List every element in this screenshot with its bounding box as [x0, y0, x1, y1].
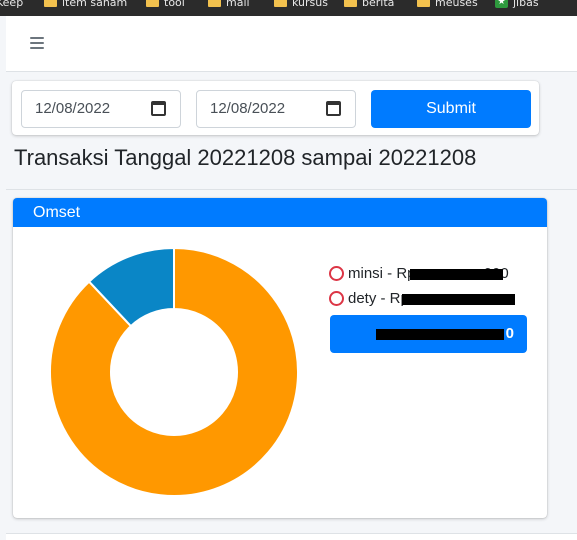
bookmark-label: berita: [362, 0, 395, 9]
folder-icon: [44, 0, 57, 7]
next-card-edge: [6, 533, 577, 540]
redaction-bar: [410, 269, 503, 280]
donut-chart: [49, 247, 299, 497]
bookmark-label: Keep: [0, 0, 24, 9]
bookmark-item[interactable]: mail: [208, 0, 250, 10]
bookmark-label: tool: [164, 0, 185, 9]
omset-card: Omset minsi - Rp ,000 dety - Rp 0: [13, 198, 547, 518]
date-filter-card: 12/08/2022 12/08/2022 Submit: [12, 81, 539, 135]
start-date-input[interactable]: 12/08/2022: [21, 90, 181, 128]
legend-label: minsi - Rp: [348, 265, 416, 282]
bookmark-label: item sanam: [62, 0, 128, 9]
bookmark-item[interactable]: meuses: [417, 0, 478, 10]
total-button[interactable]: 0: [330, 315, 527, 353]
hamburger-icon[interactable]: [30, 37, 44, 49]
folder-icon: [146, 0, 159, 7]
bookmark-item[interactable]: Keep: [0, 0, 23, 10]
divider: [6, 189, 577, 190]
redaction-bar: [402, 294, 515, 305]
bookmark-item[interactable]: berita: [344, 0, 394, 10]
folder-icon: [417, 0, 430, 7]
end-date-input[interactable]: 12/08/2022: [196, 90, 356, 128]
folder-icon: [208, 0, 221, 7]
redaction-bar: [376, 329, 504, 340]
legend-marker-icon: [329, 266, 344, 281]
top-navbar: [6, 16, 577, 72]
page-title: Transaksi Tanggal 20221208 sampai 202212…: [14, 145, 477, 170]
bookmark-label: meuses: [435, 0, 478, 9]
bookmark-item[interactable]: ★ jibas: [495, 0, 539, 10]
legend-marker-icon: [329, 291, 344, 306]
folder-icon: [344, 0, 357, 7]
submit-button[interactable]: Submit: [371, 90, 531, 128]
start-date-value: 12/08/2022: [35, 100, 111, 117]
end-date-value: 12/08/2022: [210, 100, 286, 117]
bookmark-item[interactable]: item sanam: [44, 0, 127, 10]
bookmark-label: kursus: [292, 0, 328, 9]
calendar-icon[interactable]: [151, 101, 166, 116]
total-value: 0: [505, 325, 514, 342]
card-header: Omset: [13, 198, 547, 227]
bookmark-label: mail: [226, 0, 250, 9]
bookmark-item[interactable]: tool: [146, 0, 185, 10]
bookmark-label: jibas: [513, 0, 539, 9]
folder-icon: [274, 0, 287, 7]
legend-label: dety - Rp: [348, 290, 409, 307]
legend-item-dety[interactable]: dety - Rp: [329, 286, 515, 311]
chart-legend: minsi - Rp ,000 dety - Rp: [329, 261, 515, 311]
bookmarks-bar: Keep item sanam tool mail kursus berita …: [0, 0, 577, 16]
calendar-icon[interactable]: [326, 101, 341, 116]
star-icon: ★: [495, 0, 508, 8]
legend-item-minsi[interactable]: minsi - Rp ,000: [329, 261, 509, 286]
bookmark-item[interactable]: kursus: [274, 0, 328, 10]
